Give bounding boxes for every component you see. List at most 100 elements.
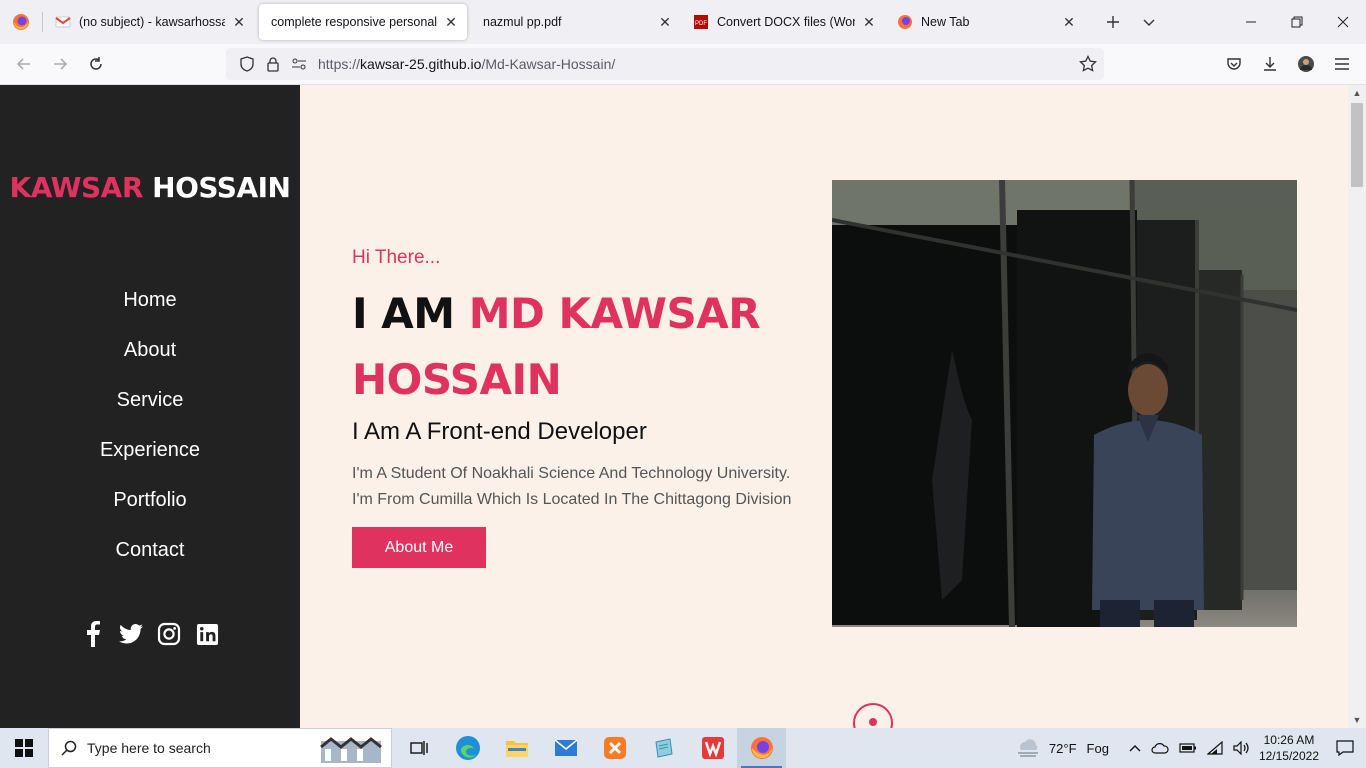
taskbar-app-xampp[interactable] [590,728,639,768]
url-text[interactable]: https://kawsar-25.github.io/Md-Kawsar-Ho… [318,56,615,72]
bookmark-star-icon[interactable] [1072,55,1104,73]
nav-link-contact[interactable]: Contact [0,525,300,575]
xampp-icon [603,737,626,759]
tab-title: (no subject) - kawsarhossain4 [79,15,225,29]
app-menu-button[interactable] [1324,48,1360,80]
volume-button[interactable] [1228,728,1254,768]
edge-icon [455,736,480,760]
downloads-button[interactable] [1252,48,1288,80]
plus-icon [1107,16,1119,28]
taskbar-app-mail[interactable] [541,728,590,768]
nav-link-home[interactable]: Home [0,275,300,325]
close-icon[interactable]: ✕ [861,14,877,30]
weather-description: Fog [1086,740,1109,756]
taskbar-app-notepad[interactable] [639,728,688,768]
notifications-button[interactable] [1324,728,1366,768]
minimize-button[interactable] [1228,0,1274,44]
scroll-up-arrow[interactable]: ▲ [1348,85,1366,101]
new-tab-button[interactable] [1095,6,1131,38]
tabbar-actions [1095,6,1167,38]
about-me-button[interactable]: About Me [352,527,486,568]
firefox-icon [750,737,773,759]
tab-new-tab[interactable]: New Tab ✕ [885,4,1085,40]
url-bar[interactable]: https://kawsar-25.github.io/Md-Kawsar-Ho… [226,48,1104,80]
wifi-icon [1206,741,1223,755]
forward-button[interactable] [42,48,78,80]
intro-description: I'm A Student Of Noakhali Science And Te… [352,461,832,513]
url-path: /Md-Kawsar-Hossain/ [481,56,616,72]
tab-portfolio[interactable]: complete responsive personal po ✕ [259,4,467,40]
site-logo[interactable]: KAWSAR HOSSAIN [0,171,300,204]
close-icon[interactable]: ✕ [657,14,673,30]
brand-last-name: HOSSAIN [152,171,291,204]
back-button[interactable] [6,48,42,80]
scrollbar-thumb[interactable] [1351,103,1363,187]
tab-title: nazmul pp.pdf [483,15,562,29]
lock-icon[interactable] [260,52,286,76]
shield-icon[interactable] [234,52,260,76]
taskbar-app-file-explorer[interactable] [492,728,541,768]
taskbar-clock[interactable]: 10:26 AM 12/15/2022 [1254,728,1324,768]
firefox-icon [898,15,912,29]
close-window-button[interactable] [1320,0,1366,44]
page-scrollbar[interactable]: ▲ ▼ [1348,85,1366,728]
url-host: kawsar-25.github.io [360,56,482,72]
brand-first-name: KAWSAR [9,171,144,204]
scroll-down-arrow[interactable]: ▼ [1348,712,1366,728]
permissions-icon[interactable] [286,52,312,76]
chevron-down-icon [1143,19,1155,26]
close-icon [1337,16,1349,28]
tab-convert-docx[interactable]: PDF Convert DOCX files (Word) to ✕ [681,4,885,40]
taskbar-app-edge[interactable] [443,728,492,768]
network-button[interactable] [1202,728,1228,768]
web-page: KAWSAR HOSSAIN Home About Service Experi… [0,85,1366,728]
toolbar-right [1216,48,1360,80]
nav-link-portfolio[interactable]: Portfolio [0,475,300,525]
firefox-icon [13,14,29,30]
show-hidden-icons-button[interactable] [1124,728,1146,768]
restore-icon [1291,16,1303,28]
download-icon [1264,57,1276,71]
battery-button[interactable] [1174,728,1202,768]
account-button[interactable] [1288,48,1324,80]
weather-temperature: 72°F [1048,740,1077,756]
greeting-text: Hi There... [352,247,441,268]
nav-link-experience[interactable]: Experience [0,425,300,475]
linkedin-icon[interactable] [195,621,219,647]
hamburger-menu-icon [1335,58,1349,70]
twitter-icon[interactable] [119,621,143,647]
tab-title: New Tab [921,15,970,29]
reload-button[interactable] [78,48,114,80]
scroll-indicator-dot [869,718,877,726]
reload-icon [90,57,102,70]
nav-link-about[interactable]: About [0,325,300,375]
search-icon [61,740,77,756]
taskbar-app-firefox[interactable] [737,728,786,768]
list-all-tabs-button[interactable] [1131,6,1167,38]
close-icon[interactable]: ✕ [443,14,459,30]
close-icon[interactable]: ✕ [231,14,247,30]
nav-link-service[interactable]: Service [0,375,300,425]
task-view-button[interactable] [394,728,443,768]
instagram-icon[interactable] [157,621,181,647]
tab-gmail[interactable]: (no subject) - kawsarhossain4 ✕ [43,4,255,40]
facebook-icon[interactable] [81,621,105,647]
taskbar-app-wps-pdf[interactable] [688,728,737,768]
onedrive-button[interactable] [1146,728,1174,768]
search-placeholder: Type here to search [87,740,211,756]
tab-pdf[interactable]: nazmul pp.pdf ✕ [471,4,681,40]
pdf-icon: PDF [694,15,708,29]
start-button[interactable] [0,728,48,768]
close-icon[interactable]: ✕ [1061,14,1077,30]
taskbar-search-box[interactable]: Type here to search [48,728,392,768]
weather-widget[interactable]: 72°F Fog [1010,728,1114,768]
restore-button[interactable] [1274,0,1320,44]
svg-text:PDF: PDF [695,21,707,27]
hero-heading: I AM MD KAWSAR HOSSAIN [352,281,822,413]
scroll-indicator-button[interactable] [853,703,893,728]
windows-logo-icon [15,739,33,757]
role-subtitle: I Am A Front-end Developer [352,418,647,445]
pocket-button[interactable] [1216,48,1252,80]
sidebar: KAWSAR HOSSAIN Home About Service Experi… [0,85,300,728]
firefox-view-button[interactable] [0,0,42,44]
